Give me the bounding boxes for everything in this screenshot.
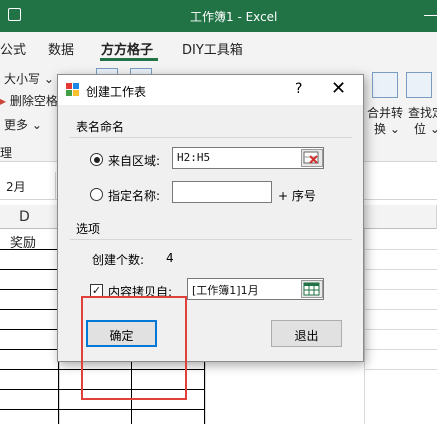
dialog-title-bar[interactable]: 创建工作表 ? ✕ (58, 75, 363, 105)
minimize-icon[interactable] (424, 15, 437, 16)
table-border (0, 289, 58, 290)
delete-space-button[interactable]: ▸ 删除空格 (0, 92, 58, 109)
find-label-text: 位 (414, 122, 427, 136)
range-picker-icon (303, 151, 319, 164)
group-divider (70, 239, 352, 240)
help-button[interactable]: ? (295, 81, 302, 97)
group-divider (70, 137, 352, 138)
quick-access-icon[interactable] (8, 8, 21, 21)
gridline (364, 229, 365, 424)
delete-space-label: 删除空格 (9, 94, 58, 108)
dialog-title: 创建工作表 (86, 85, 147, 99)
specify-name-radio[interactable] (90, 188, 103, 201)
gridline (364, 349, 437, 350)
highlight-box (81, 296, 187, 400)
case-label: 大小写 (4, 72, 41, 86)
sheet-picker-button[interactable] (301, 280, 323, 298)
specify-name-label: 指定名称: (108, 189, 161, 203)
table-border (0, 309, 58, 310)
chevron-down-icon: ⌄ (389, 122, 400, 136)
excel-title-bar: 工作簿1 - Excel (0, 0, 437, 32)
merge-convert-label[interactable]: 合并转 (367, 104, 403, 121)
merge-convert-label-2[interactable]: 换 ⌄ (374, 120, 400, 137)
tab-data[interactable]: 数据 (48, 39, 74, 58)
exit-button[interactable]: 退出 (271, 320, 342, 347)
chevron-down-icon: ⌄ (43, 72, 54, 86)
more-button[interactable]: 更多 ⌄ (4, 116, 42, 133)
case-button[interactable]: 大小写 ⌄ (4, 70, 54, 87)
column-header-d-label[interactable]: D (19, 209, 30, 225)
chevron-down-icon: ⌄ (31, 118, 42, 132)
table-border (0, 269, 58, 270)
create-count-label: 创建个数: (92, 253, 145, 267)
tab-formulas[interactable]: 公式 (0, 39, 26, 58)
naming-group-label: 表名命名 (76, 120, 125, 134)
find-locate-label-2[interactable]: 位 ⌄ (414, 120, 437, 137)
plus-serial-label: + 序号 (278, 189, 316, 203)
gridline (364, 309, 437, 310)
from-range-label: 来自区域: (108, 154, 161, 168)
dialog-app-icon (66, 83, 79, 96)
merge-label-text: 换 (374, 122, 387, 136)
options-group-label: 选项 (76, 222, 101, 236)
active-tab-indicator (100, 58, 158, 61)
find-locate-icon[interactable] (406, 72, 432, 98)
table-border (0, 329, 58, 330)
close-icon[interactable]: ✕ (331, 78, 346, 99)
delete-space-icon: ▸ (0, 94, 7, 108)
table-border (0, 349, 58, 350)
chevron-down-icon: ⌄ (429, 122, 437, 136)
specify-name-input[interactable] (172, 181, 272, 203)
table-border (0, 249, 58, 250)
table-border (0, 409, 204, 410)
excel-window-title: 工作簿1 - Excel (190, 10, 278, 24)
table-border (204, 362, 205, 424)
tab-diy-toolbox[interactable]: DIY工具箱 (182, 39, 243, 58)
create-count-value: 4 (166, 251, 174, 265)
group-label-manage: 理 (0, 146, 13, 160)
merge-convert-icon[interactable] (372, 72, 398, 98)
gridline (364, 329, 437, 330)
range-picker-button[interactable] (301, 149, 323, 167)
gridline (364, 269, 437, 270)
sheet-picker-icon (303, 282, 320, 296)
tab-fangfang-gezi[interactable]: 方方格子 (101, 39, 153, 58)
gridline (364, 289, 437, 290)
more-label: 更多 (4, 118, 29, 132)
find-locate-label[interactable]: 查找定 (408, 104, 437, 121)
gridline (364, 369, 437, 370)
ribbon-tabs: 公式 数据 方方格子 DIY工具箱 (0, 32, 437, 62)
from-range-radio[interactable] (90, 153, 103, 166)
name-box[interactable]: 2月 (0, 172, 56, 200)
